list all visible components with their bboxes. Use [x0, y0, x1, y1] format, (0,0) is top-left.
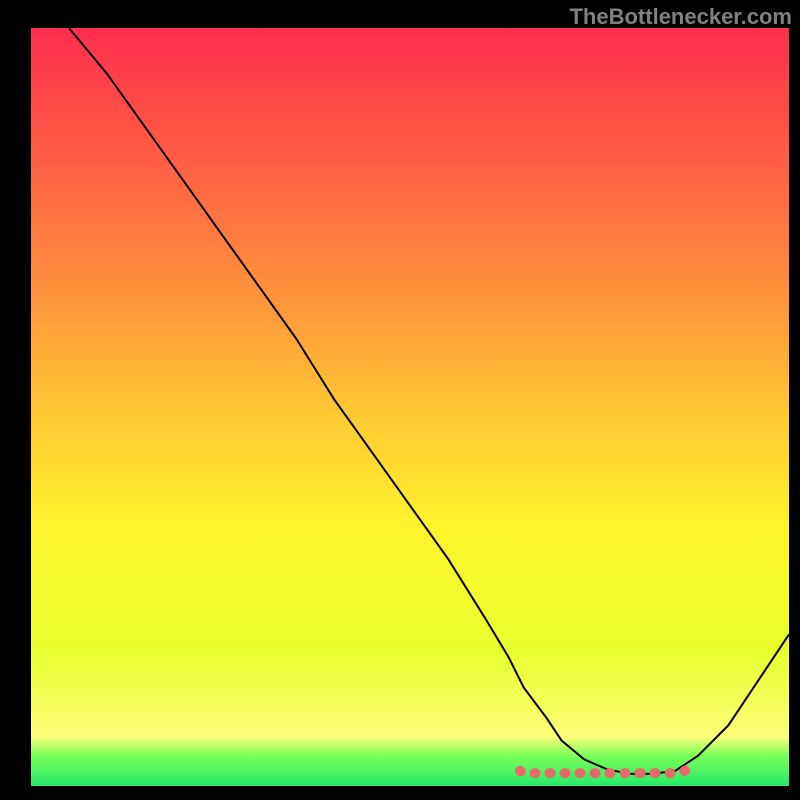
plot-background: [31, 28, 789, 786]
bottleneck-chart: [0, 0, 800, 800]
chart-container: TheBottlenecker.com: [0, 0, 800, 800]
watermark-text: TheBottlenecker.com: [569, 4, 792, 30]
